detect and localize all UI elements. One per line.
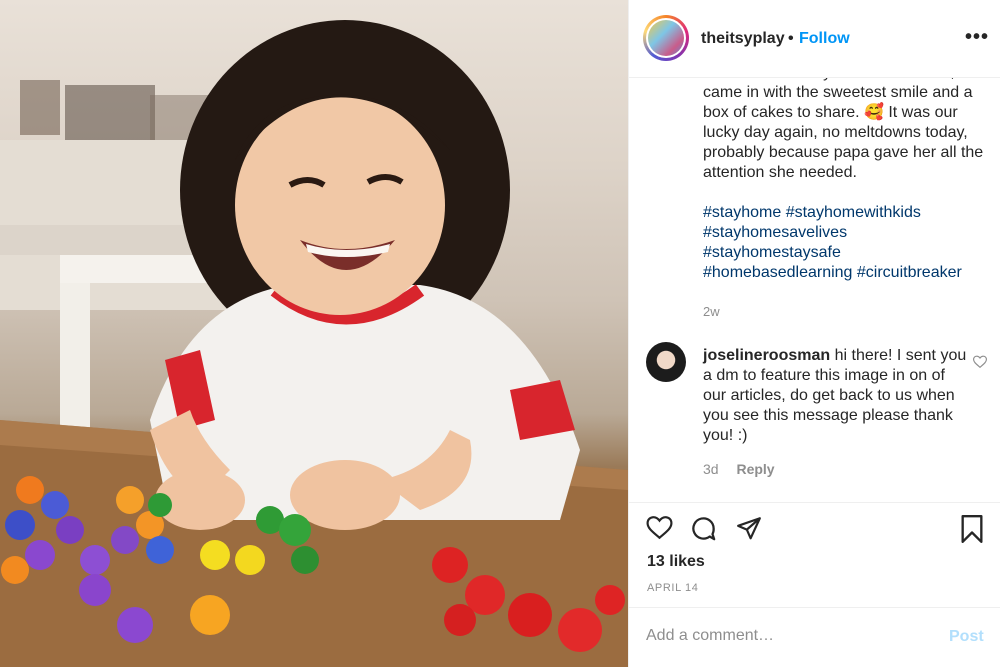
post-actions: 13 likes APRIL 14 bbox=[629, 502, 1000, 607]
commenter-avatar[interactable] bbox=[646, 342, 686, 382]
caption-timestamp[interactable]: 2w bbox=[703, 304, 720, 319]
instagram-post: theitsyplay • Follow ••• And when the da… bbox=[0, 0, 1000, 667]
heart-icon[interactable] bbox=[646, 515, 673, 541]
comment-meta: 3d Reply bbox=[703, 461, 775, 477]
comment-input[interactable] bbox=[646, 627, 926, 645]
comment: joselineroosman hi there! I sent you a d… bbox=[703, 346, 971, 446]
chair bbox=[60, 255, 90, 455]
hashtag-line[interactable]: #stayhome #stayhomewithkids bbox=[703, 204, 921, 221]
photo-illustration bbox=[0, 20, 628, 667]
reply-button[interactable]: Reply bbox=[736, 461, 774, 477]
comment-icon[interactable] bbox=[690, 515, 717, 542]
post-caption: And when the day was almost over, she ca… bbox=[703, 78, 993, 283]
post-header: theitsyplay • Follow ••• bbox=[629, 0, 1000, 78]
avatar[interactable] bbox=[643, 15, 689, 61]
post-comment-button[interactable]: Post bbox=[949, 628, 984, 646]
caption-text: And when the day was almost over, she ca… bbox=[703, 78, 985, 181]
comment-like-heart-icon[interactable] bbox=[973, 355, 987, 369]
follow-button[interactable]: Follow bbox=[799, 30, 850, 48]
caption-hashtags: #stayhome #stayhomewithkids #stayhomesav… bbox=[703, 203, 993, 283]
commenter-username[interactable]: joselineroosman bbox=[703, 347, 830, 364]
post-photo[interactable] bbox=[0, 0, 628, 667]
post-sidebar: theitsyplay • Follow ••• And when the da… bbox=[628, 0, 1000, 667]
post-date[interactable]: APRIL 14 bbox=[647, 582, 698, 594]
likes-count[interactable]: 13 likes bbox=[647, 553, 705, 571]
comment-timestamp[interactable]: 3d bbox=[703, 461, 719, 477]
child-face bbox=[235, 95, 445, 315]
hashtag-line[interactable]: #stayhomesavelives bbox=[703, 224, 847, 241]
hashtag-line[interactable]: #homebasedlearning #circuitbreaker bbox=[703, 264, 962, 281]
hashtag-line[interactable]: #stayhomestaysafe bbox=[703, 244, 841, 261]
more-icon[interactable]: ••• bbox=[965, 26, 989, 49]
bookmark-icon[interactable] bbox=[960, 515, 984, 543]
add-comment-bar: Post bbox=[629, 607, 1000, 667]
author-username[interactable]: theitsyplay bbox=[701, 30, 785, 48]
share-icon[interactable] bbox=[736, 515, 762, 541]
comments-scroll-area[interactable]: And when the day was almost over, she ca… bbox=[629, 78, 1000, 502]
separator-dot: • bbox=[788, 30, 794, 47]
